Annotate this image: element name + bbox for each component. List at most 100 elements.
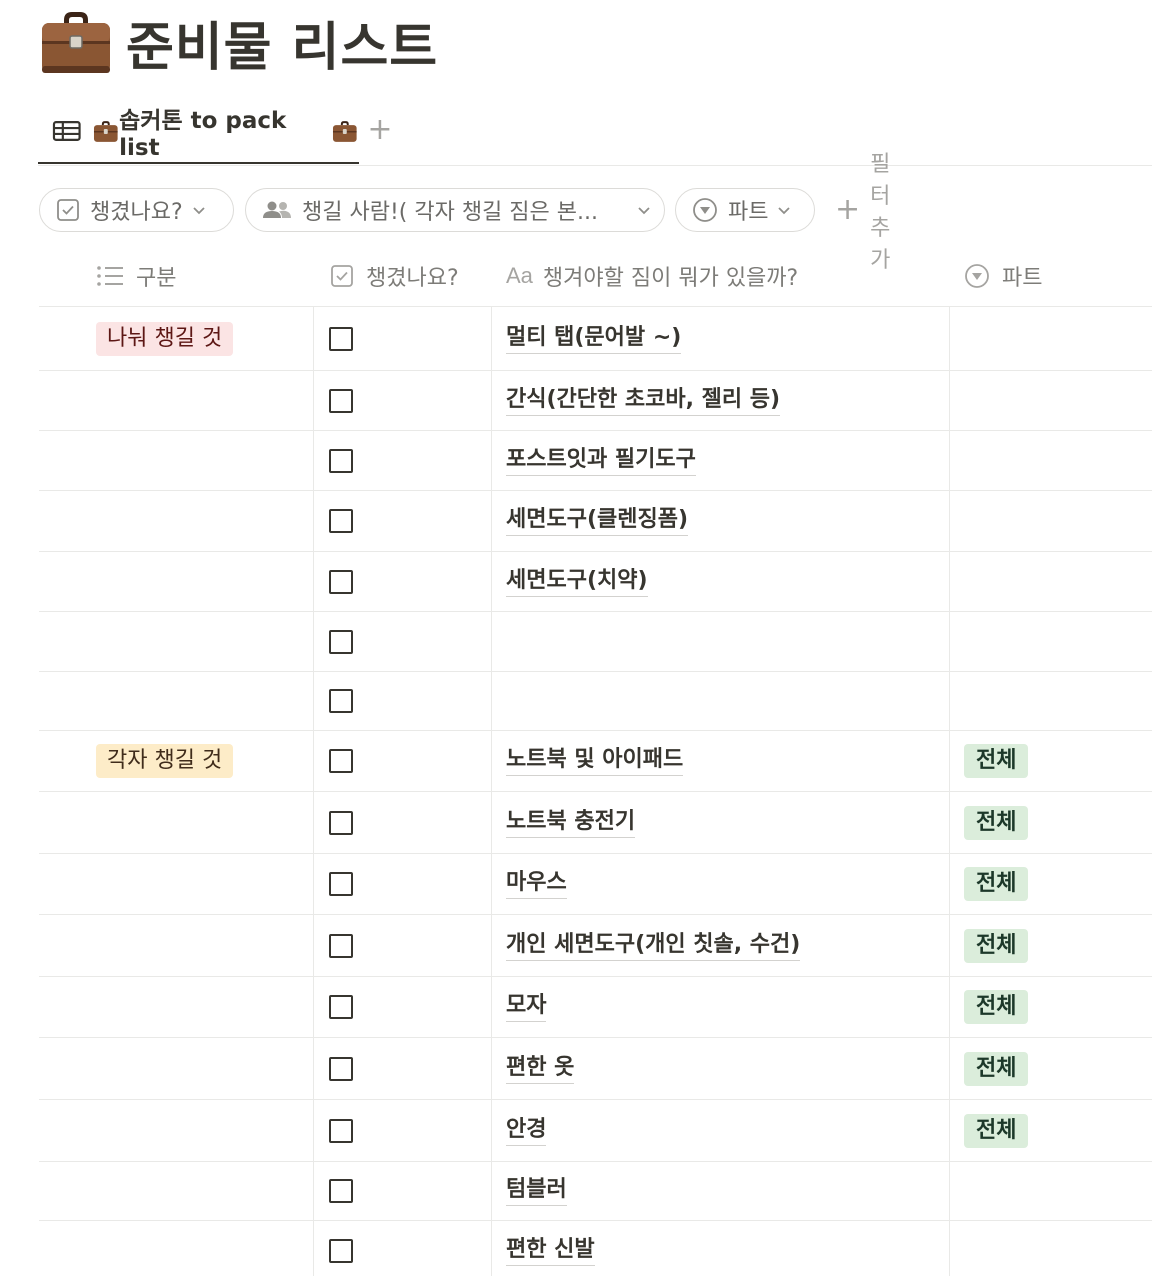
part-cell[interactable]: 전체	[964, 854, 1029, 914]
column-header-label: 구분	[136, 266, 177, 291]
item-name[interactable]: 안경	[506, 1116, 547, 1146]
packed-checkbox[interactable]	[329, 810, 353, 835]
part-cell[interactable]: 전체	[964, 731, 1029, 791]
category-cell[interactable]: 나눠 챙길 것	[96, 307, 234, 370]
column-header-name[interactable]: Aa 챙겨야할 짐이 뭐가 있을까?	[506, 246, 798, 306]
item-name-cell[interactable]: 노트북 충전기	[506, 792, 636, 853]
table-row[interactable]: 편한 신발	[39, 1221, 1152, 1276]
category-cell[interactable]: 각자 챙길 것	[96, 731, 234, 791]
table-row[interactable]: 모자 전체	[39, 977, 1152, 1038]
item-name-cell[interactable]: 노트북 및 아이패드	[506, 731, 684, 791]
table-row[interactable]: 마우스 전체	[39, 854, 1152, 915]
column-divider	[313, 1162, 314, 1220]
briefcase-icon[interactable]	[40, 8, 112, 76]
packed-checkbox[interactable]	[329, 629, 353, 654]
packed-checkbox[interactable]	[329, 388, 353, 413]
column-divider	[949, 431, 950, 490]
tab-table-view[interactable]: 솝커톤 to pack list	[38, 100, 359, 164]
column-divider	[313, 1221, 314, 1276]
text-aa-icon: Aa	[506, 263, 533, 288]
item-name-cell[interactable]: 편한 옷	[506, 1038, 575, 1099]
item-name[interactable]: 노트북 충전기	[506, 808, 636, 838]
column-divider	[491, 1038, 492, 1099]
table-row[interactable]: 나눠 챙길 것 멀티 탭(문어발 ~)	[39, 307, 1152, 371]
part-cell[interactable]: 전체	[964, 915, 1029, 976]
packed-checkbox[interactable]	[329, 1239, 353, 1263]
packed-checkbox[interactable]	[329, 509, 353, 533]
item-name-cell[interactable]: 마우스	[506, 854, 567, 914]
item-name[interactable]: 세면도구(클렌징폼)	[506, 506, 689, 536]
item-name-cell[interactable]: 간식(간단한 초코바, 젤리 등)	[506, 371, 781, 430]
item-name-cell[interactable]: 텀블러	[506, 1162, 567, 1220]
item-name-cell[interactable]: 세면도구(치약)	[506, 552, 648, 611]
part-cell[interactable]: 전체	[964, 1100, 1029, 1161]
add-filter-button[interactable]: + 필터 추가	[835, 152, 890, 273]
packed-checkbox[interactable]	[329, 749, 353, 773]
part-cell[interactable]: 전체	[964, 1038, 1029, 1099]
item-name[interactable]: 편한 옷	[506, 1054, 575, 1084]
checkbox-cell	[329, 307, 353, 370]
table-row[interactable]: 간식(간단한 초코바, 젤리 등)	[39, 371, 1152, 431]
table-row[interactable]: 개인 세면도구(개인 칫솔, 수건) 전체	[39, 915, 1152, 977]
item-name-cell[interactable]: 편한 신발	[506, 1221, 595, 1276]
column-header-category[interactable]: 구분	[96, 246, 176, 306]
packed-checkbox[interactable]	[329, 1118, 353, 1143]
item-name[interactable]: 노트북 및 아이패드	[506, 746, 684, 776]
part-cell[interactable]: 전체	[964, 792, 1029, 853]
item-name[interactable]: 모자	[506, 992, 547, 1022]
item-name-cell[interactable]: 멀티 탭(문어발 ~)	[506, 307, 682, 370]
packed-checkbox[interactable]	[329, 1179, 353, 1203]
column-divider	[491, 1100, 492, 1161]
column-header-packed[interactable]: 챙겼나요?	[330, 246, 459, 306]
packed-checkbox[interactable]	[329, 872, 353, 896]
filter-chip-label: 파트	[728, 200, 769, 225]
select-icon	[693, 198, 717, 222]
filter-chip-packed[interactable]: 챙겼나요?	[39, 188, 234, 232]
part-tag: 전체	[964, 744, 1029, 778]
table-row[interactable]	[39, 672, 1152, 731]
table-row[interactable]: 노트북 충전기 전체	[39, 792, 1152, 854]
item-name[interactable]: 개인 세면도구(개인 칫솔, 수건)	[506, 931, 801, 961]
item-name-cell[interactable]: 모자	[506, 977, 547, 1037]
item-name[interactable]: 포스트잇과 필기도구	[506, 446, 696, 476]
filter-chip-person[interactable]: 챙길 사람!( 각자 챙길 짐은 본...	[245, 188, 665, 232]
packed-checkbox[interactable]	[329, 995, 353, 1019]
packed-checkbox[interactable]	[329, 448, 353, 473]
table-row[interactable]: 세면도구(클렌징폼)	[39, 491, 1152, 552]
packed-checkbox[interactable]	[329, 689, 353, 713]
item-name[interactable]: 마우스	[506, 869, 567, 899]
column-divider	[949, 731, 950, 791]
chevron-down-icon	[778, 207, 791, 215]
item-name[interactable]: 텀블러	[506, 1176, 567, 1206]
item-name-cell[interactable]: 세면도구(클렌징폼)	[506, 491, 689, 551]
item-name-cell[interactable]: 개인 세면도구(개인 칫솔, 수건)	[506, 915, 801, 976]
checkbox-cell	[329, 491, 353, 551]
packed-checkbox[interactable]	[329, 933, 353, 958]
item-name-cell[interactable]: 포스트잇과 필기도구	[506, 431, 696, 490]
item-name[interactable]: 편한 신발	[506, 1236, 595, 1266]
column-divider	[491, 1162, 492, 1220]
table-row[interactable]: 포스트잇과 필기도구	[39, 431, 1152, 491]
table-row[interactable]: 각자 챙길 것 노트북 및 아이패드 전체	[39, 731, 1152, 792]
table-row[interactable]: 편한 옷 전체	[39, 1038, 1152, 1100]
packed-checkbox[interactable]	[329, 569, 353, 594]
column-divider	[491, 612, 492, 671]
item-name[interactable]: 세면도구(치약)	[506, 567, 648, 597]
item-name[interactable]: 멀티 탭(문어발 ~)	[506, 324, 682, 354]
add-view-button[interactable]: +	[366, 114, 394, 146]
page-title[interactable]: 준비물 리스트	[126, 5, 438, 80]
table-row[interactable]: 안경 전체	[39, 1100, 1152, 1162]
part-cell[interactable]: 전체	[964, 977, 1029, 1037]
item-name[interactable]: 간식(간단한 초코바, 젤리 등)	[506, 386, 781, 416]
checkbox-cell	[329, 672, 353, 730]
filter-chip-part[interactable]: 파트	[675, 188, 815, 232]
table-row[interactable]: 텀블러	[39, 1162, 1152, 1221]
packed-checkbox[interactable]	[329, 326, 353, 351]
column-divider	[491, 672, 492, 730]
part-tag: 전체	[964, 1113, 1029, 1148]
table-row[interactable]: 세면도구(치약)	[39, 552, 1152, 612]
table-row[interactable]	[39, 612, 1152, 672]
item-name-cell[interactable]: 안경	[506, 1100, 547, 1161]
column-header-part[interactable]: 파트	[964, 246, 1042, 306]
packed-checkbox[interactable]	[329, 1056, 353, 1081]
